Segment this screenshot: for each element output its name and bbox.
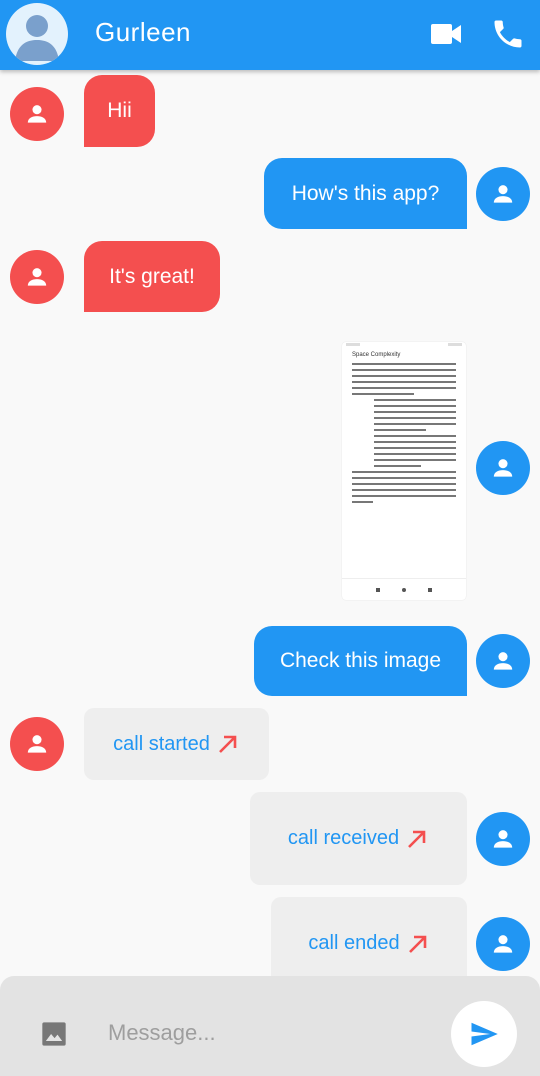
sender-avatar	[10, 250, 64, 304]
video-call-icon[interactable]	[428, 18, 464, 50]
user-avatar	[476, 441, 530, 495]
screenshot-status-bar	[342, 342, 466, 349]
user-avatar	[476, 634, 530, 688]
screenshot-text-lines	[342, 363, 466, 503]
call-made-arrow-icon	[408, 935, 426, 953]
message-bubble[interactable]: It's great!	[84, 241, 220, 312]
contact-avatar[interactable]	[6, 3, 68, 65]
message-bubble[interactable]: How's this app?	[264, 158, 467, 229]
sender-avatar	[10, 717, 64, 771]
user-avatar	[476, 917, 530, 971]
call-log-bubble[interactable]: call received	[250, 792, 467, 885]
call-log-text: call ended	[308, 932, 400, 954]
person-icon	[493, 185, 513, 203]
call-made-arrow-icon	[408, 830, 426, 848]
contact-name: Gurleen	[95, 17, 191, 47]
message-input[interactable]	[108, 1016, 408, 1050]
person-icon	[493, 652, 513, 670]
app-bar: Gurleen	[0, 0, 540, 70]
call-log-text: call started	[113, 732, 210, 755]
user-avatar	[476, 812, 530, 866]
phone-icon[interactable]	[490, 16, 526, 52]
sender-avatar	[10, 87, 64, 141]
screenshot-nav-bar	[342, 578, 466, 600]
call-log-text: call received	[287, 827, 400, 849]
message-bubble[interactable]: Check this image	[254, 626, 467, 696]
person-icon	[27, 105, 47, 123]
person-icon	[493, 935, 513, 953]
image-icon[interactable]	[40, 1020, 68, 1048]
user-avatar	[476, 167, 530, 221]
person-icon	[27, 735, 47, 753]
person-icon	[493, 830, 513, 848]
image-message[interactable]: Space Complexity	[342, 342, 466, 600]
person-icon	[493, 459, 513, 477]
call-log-bubble[interactable]: call started	[84, 708, 269, 780]
send-button[interactable]	[451, 1001, 517, 1067]
person-icon	[27, 268, 47, 286]
call-made-arrow-icon	[218, 735, 237, 753]
person-placeholder-icon	[15, 15, 59, 61]
screenshot-title: Space Complexity	[352, 352, 401, 358]
message-bubble[interactable]: Hii	[84, 75, 155, 147]
send-icon	[471, 1022, 498, 1046]
